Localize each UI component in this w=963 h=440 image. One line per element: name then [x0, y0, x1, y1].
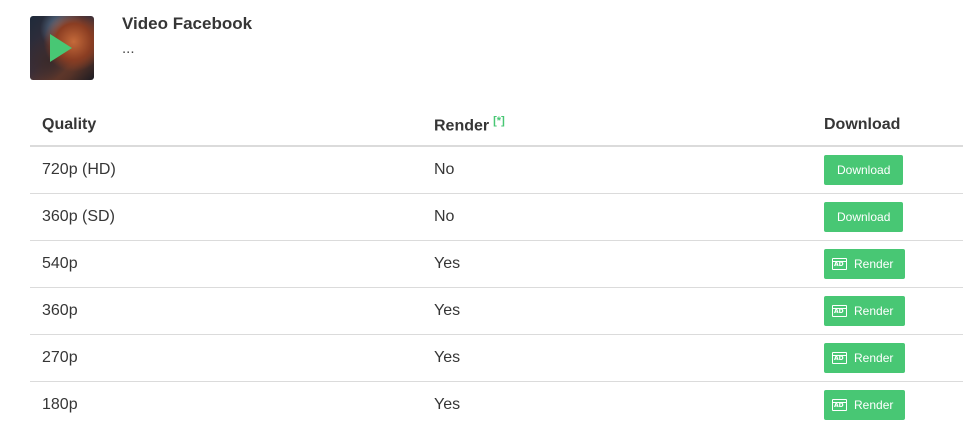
table-header-row: Quality Render [*] Download: [30, 105, 963, 147]
render-button[interactable]: AD Render: [824, 390, 906, 420]
table-row: 270p Yes AD Render: [30, 334, 963, 382]
play-icon: [50, 34, 72, 62]
table-row: 180p Yes AD Render: [30, 382, 963, 429]
render-cell: Yes: [434, 396, 461, 413]
action-cell: AD Render: [812, 334, 963, 382]
quality-cell: 360p (SD): [30, 193, 422, 241]
quality-cell: 360p: [30, 287, 422, 335]
ad-icon: AD: [832, 399, 847, 411]
quality-cell: 180p: [42, 396, 78, 413]
render-cell: Yes: [422, 334, 812, 382]
render-button[interactable]: AD Render: [824, 249, 906, 279]
table-row: 360p (SD) No Download: [30, 193, 963, 241]
action-cell: AD Render: [812, 287, 963, 335]
render-cell: No: [422, 146, 812, 194]
render-header: Render [*]: [422, 105, 812, 147]
action-cell: AD Render: [812, 382, 963, 429]
download-button[interactable]: Download: [824, 155, 904, 185]
render-button[interactable]: AD Render: [824, 343, 906, 373]
action-cell: Download: [812, 193, 963, 241]
table-row: 720p (HD) No Download: [30, 146, 963, 194]
video-thumbnail[interactable]: [30, 16, 94, 80]
action-cell: Download: [812, 146, 963, 194]
download-button[interactable]: Download: [824, 202, 904, 232]
quality-cell: 540p: [30, 240, 422, 288]
video-subtitle: ...: [122, 40, 135, 57]
render-cell: No: [422, 193, 812, 241]
render-button[interactable]: AD Render: [824, 296, 906, 326]
render-cell: Yes: [422, 287, 812, 335]
download-header: Download: [812, 105, 963, 147]
quality-cell: 270p: [30, 334, 422, 382]
quality-cell: 720p (HD): [30, 146, 422, 194]
ad-icon: AD: [832, 258, 847, 270]
action-cell: AD Render: [812, 240, 963, 288]
quality-header: Quality: [30, 105, 422, 147]
ad-icon: AD: [832, 305, 847, 317]
download-table: Quality Render [*] Download 720p (HD) No …: [30, 105, 963, 428]
render-cell: Yes: [422, 240, 812, 288]
video-title: Video Facebook: [122, 14, 253, 33]
ad-icon: AD: [832, 352, 847, 364]
render-note-link[interactable]: [*]: [493, 115, 505, 127]
table-row: 360p Yes AD Render: [30, 287, 963, 335]
table-row: 540p Yes AD Render: [30, 240, 963, 288]
